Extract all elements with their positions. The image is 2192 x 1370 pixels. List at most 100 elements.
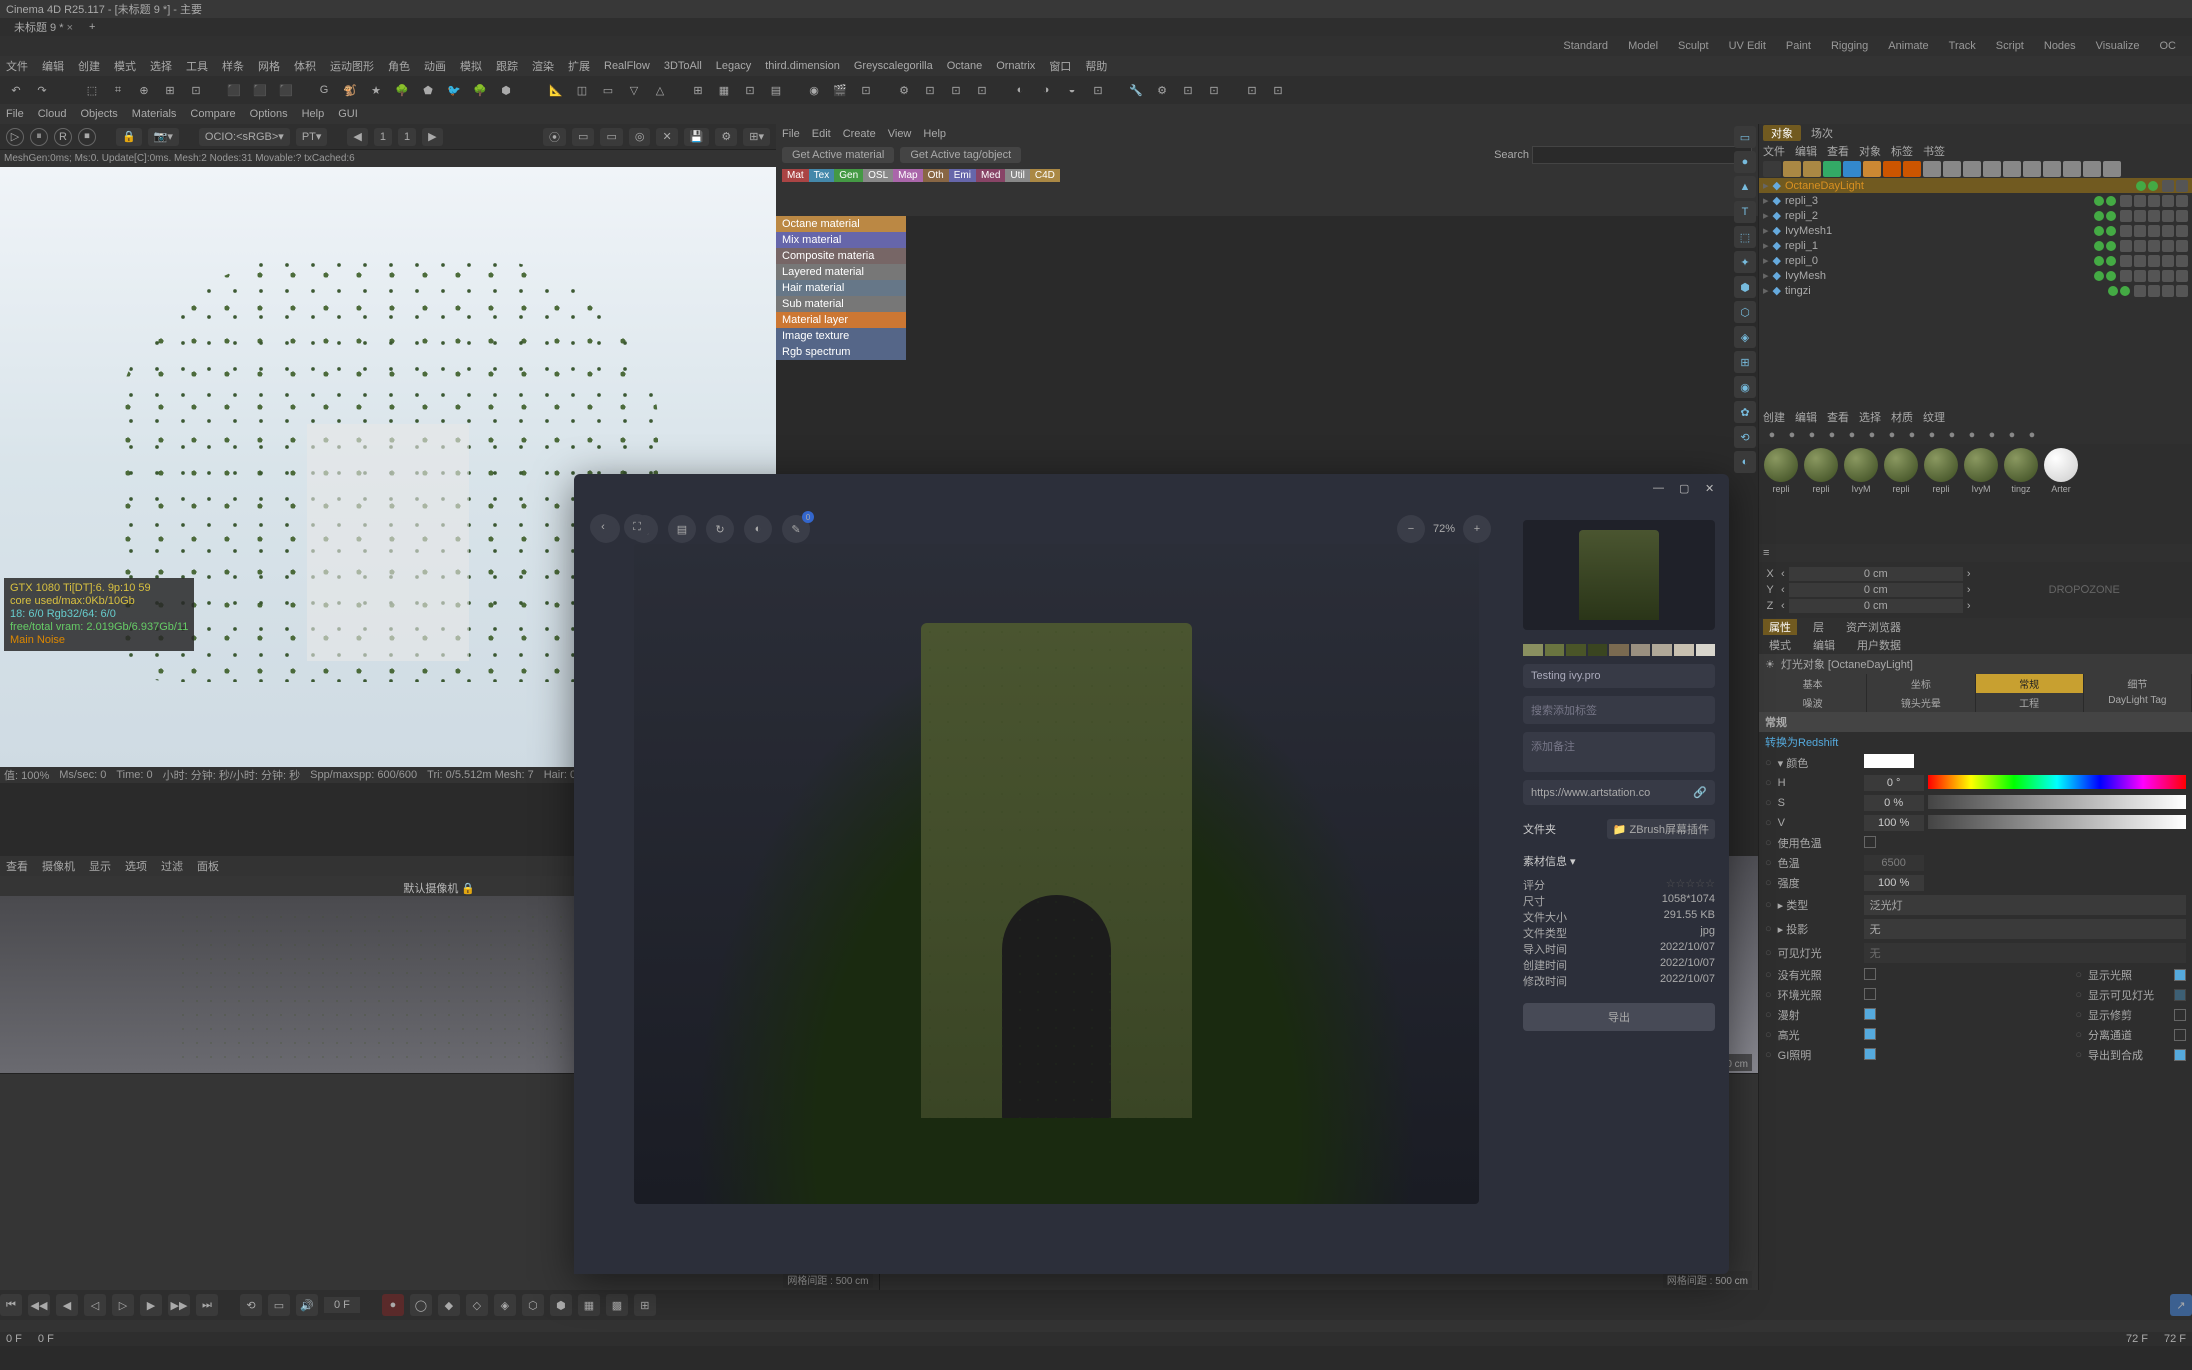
toolbar-icon[interactable]: ⬚ <box>82 80 102 100</box>
mode-icon[interactable]: ⬢ <box>1734 276 1756 298</box>
layout-tab[interactable]: Track <box>1939 40 1986 52</box>
attr-subtab[interactable]: DayLight Tag <box>2084 693 2192 712</box>
layout-tab[interactable]: Standard <box>1553 40 1618 52</box>
toolbar-icon[interactable]: ⊡ <box>186 80 206 100</box>
redshift-convert[interactable]: 转换为Redshift <box>1765 734 1838 750</box>
matpanel-icon[interactable]: ● <box>1963 427 1981 443</box>
coord-z[interactable]: 0 cm <box>1789 599 1963 613</box>
layout-tab[interactable]: Paint <box>1776 40 1821 52</box>
toolbar-icon[interactable]: ⊡ <box>972 80 992 100</box>
mode-icon[interactable]: ◉ <box>1734 376 1756 398</box>
lock-icon[interactable]: 🔒 <box>116 128 142 146</box>
attr-value[interactable] <box>1864 795 2186 811</box>
tab-takes[interactable]: 场次 <box>1803 125 1841 141</box>
export-button[interactable]: 导出 <box>1523 1003 1715 1031</box>
arrow-left-icon[interactable]: ‹ <box>1781 568 1785 580</box>
menu-item[interactable]: 动画 <box>424 58 446 74</box>
toolbar-icon[interactable]: ▽ <box>624 80 644 100</box>
range-start2[interactable]: 0 F <box>38 1333 54 1345</box>
clear-icon[interactable]: ✕ <box>656 128 677 146</box>
toolbar-icon[interactable]: 🌳 <box>470 80 490 100</box>
matpanel-icon[interactable]: ● <box>1923 427 1941 443</box>
menu-item[interactable]: 跟踪 <box>496 58 518 74</box>
maximize-icon[interactable]: ▢ <box>1679 482 1693 496</box>
keyframe-dot[interactable]: ○ <box>1765 923 1772 935</box>
close-icon[interactable]: ✕ <box>1705 482 1719 496</box>
menu-item[interactable]: 创建 <box>78 58 100 74</box>
matmgr-search-input[interactable] <box>1532 146 1752 164</box>
material-type-item[interactable]: Composite materia <box>776 248 906 264</box>
attr-value[interactable] <box>1864 836 2186 851</box>
attr-subtab[interactable]: 常规 <box>1976 674 2084 693</box>
arrow-right-icon[interactable]: › <box>1967 568 1971 580</box>
keyopt-6-icon[interactable]: ▩ <box>606 1294 628 1316</box>
attr-checkbox[interactable] <box>2174 989 2186 1001</box>
matpanel-icon[interactable]: ● <box>1803 427 1821 443</box>
object-name[interactable]: repli_3 <box>1785 195 2090 207</box>
keyopt-2-icon[interactable]: ◈ <box>494 1294 516 1316</box>
matmgr-tag[interactable]: Map <box>893 169 922 182</box>
matpanel-icon[interactable]: ● <box>1903 427 1921 443</box>
layout-tab[interactable]: Script <box>1986 40 2034 52</box>
picker-icon[interactable]: ⦿ <box>543 128 566 146</box>
attr-subtab[interactable]: 细节 <box>2084 674 2192 693</box>
objmgr-menu-item[interactable]: 编辑 <box>1795 143 1817 159</box>
attr-checkbox[interactable] <box>2174 969 2186 981</box>
settings-icon[interactable]: ⚙ <box>715 128 737 146</box>
swatch[interactable] <box>1609 644 1629 656</box>
attr-value[interactable]: 无 <box>1864 919 2186 939</box>
menu-item[interactable]: 样条 <box>222 58 244 74</box>
swatch[interactable] <box>1523 644 1543 656</box>
menu-item[interactable]: third.dimension <box>765 60 840 72</box>
tab-objects[interactable]: 对象 <box>1763 125 1801 141</box>
objmgr-icon[interactable] <box>1823 161 1841 177</box>
material-ball[interactable]: IvyM <box>1843 448 1879 494</box>
matmgr-tag[interactable]: OSL <box>863 169 893 182</box>
visibility-dots[interactable] <box>2094 271 2116 281</box>
hierarchy-row[interactable]: ▸◆IvyMesh <box>1759 268 2192 283</box>
keyframe-dot[interactable]: ○ <box>1765 899 1772 911</box>
menu-item[interactable]: 帮助 <box>1085 58 1107 74</box>
close-icon[interactable]: × <box>67 22 73 34</box>
prev-frame-icon[interactable]: ◀ <box>56 1294 78 1316</box>
menu-item[interactable]: 文件 <box>6 58 28 74</box>
objmgr-menu-item[interactable]: 查看 <box>1827 143 1849 159</box>
swatch[interactable] <box>1566 644 1586 656</box>
toolbar-icon[interactable]: ◑ <box>1036 80 1056 100</box>
toolbar-icon[interactable]: ↶ <box>6 80 26 100</box>
object-tags[interactable] <box>2120 240 2188 252</box>
material-type-item[interactable]: Rgb spectrum <box>776 344 906 360</box>
objmgr-icon[interactable] <box>1803 161 1821 177</box>
object-name[interactable]: repli_1 <box>1785 240 2090 252</box>
matpanel-icon[interactable]: ● <box>2003 427 2021 443</box>
keyframe-dot[interactable]: ○ <box>1765 989 1772 1001</box>
menu-item[interactable]: 编辑 <box>42 58 64 74</box>
toolbar-icon[interactable]: ⊞ <box>688 80 708 100</box>
keyframe-dot[interactable]: ○ <box>1765 777 1772 789</box>
viewport-menu-item[interactable]: 摄像机 <box>42 858 75 874</box>
submenu-item[interactable]: GUI <box>338 108 358 120</box>
toolbar-icon[interactable]: ⬟ <box>418 80 438 100</box>
matpanel-menu-item[interactable]: 编辑 <box>1795 409 1817 425</box>
layout-tab[interactable]: Rigging <box>1821 40 1878 52</box>
visibility-dots[interactable] <box>2094 241 2116 251</box>
hierarchy-row[interactable]: ▸◆repli_1 <box>1759 238 2192 253</box>
asset-preview[interactable]: ‹ ⛶ ▣ ◧ ▤ ↻ ◐ ✎0 − 72% + <box>574 504 1509 1274</box>
matpanel-icon[interactable]: ● <box>1783 427 1801 443</box>
channels-icon[interactable]: ⊞▾ <box>743 128 770 146</box>
range-end2[interactable]: 72 F <box>2164 1333 2186 1345</box>
region-b-icon[interactable]: ▭ <box>600 128 622 146</box>
keyopt-5-icon[interactable]: ▦ <box>578 1294 600 1316</box>
toolbar-icon[interactable]: 🎬 <box>830 80 850 100</box>
prev-key-icon[interactable]: ◀◀ <box>28 1294 50 1316</box>
goto-end-icon[interactable]: ⏭ <box>196 1294 218 1316</box>
objmgr-icon[interactable] <box>1863 161 1881 177</box>
menu-item[interactable]: Legacy <box>716 60 751 72</box>
objmgr-menu-item[interactable]: 对象 <box>1859 143 1881 159</box>
layout-tab[interactable]: OC <box>2150 40 2187 52</box>
matmgr-menu-item[interactable]: File <box>782 128 800 140</box>
next-frame-icon[interactable]: ▶ <box>140 1294 162 1316</box>
material-ball[interactable]: tingz <box>2003 448 2039 494</box>
toolbar-icon[interactable]: ◒ <box>1062 80 1082 100</box>
attr-checkbox[interactable] <box>2174 1029 2186 1041</box>
